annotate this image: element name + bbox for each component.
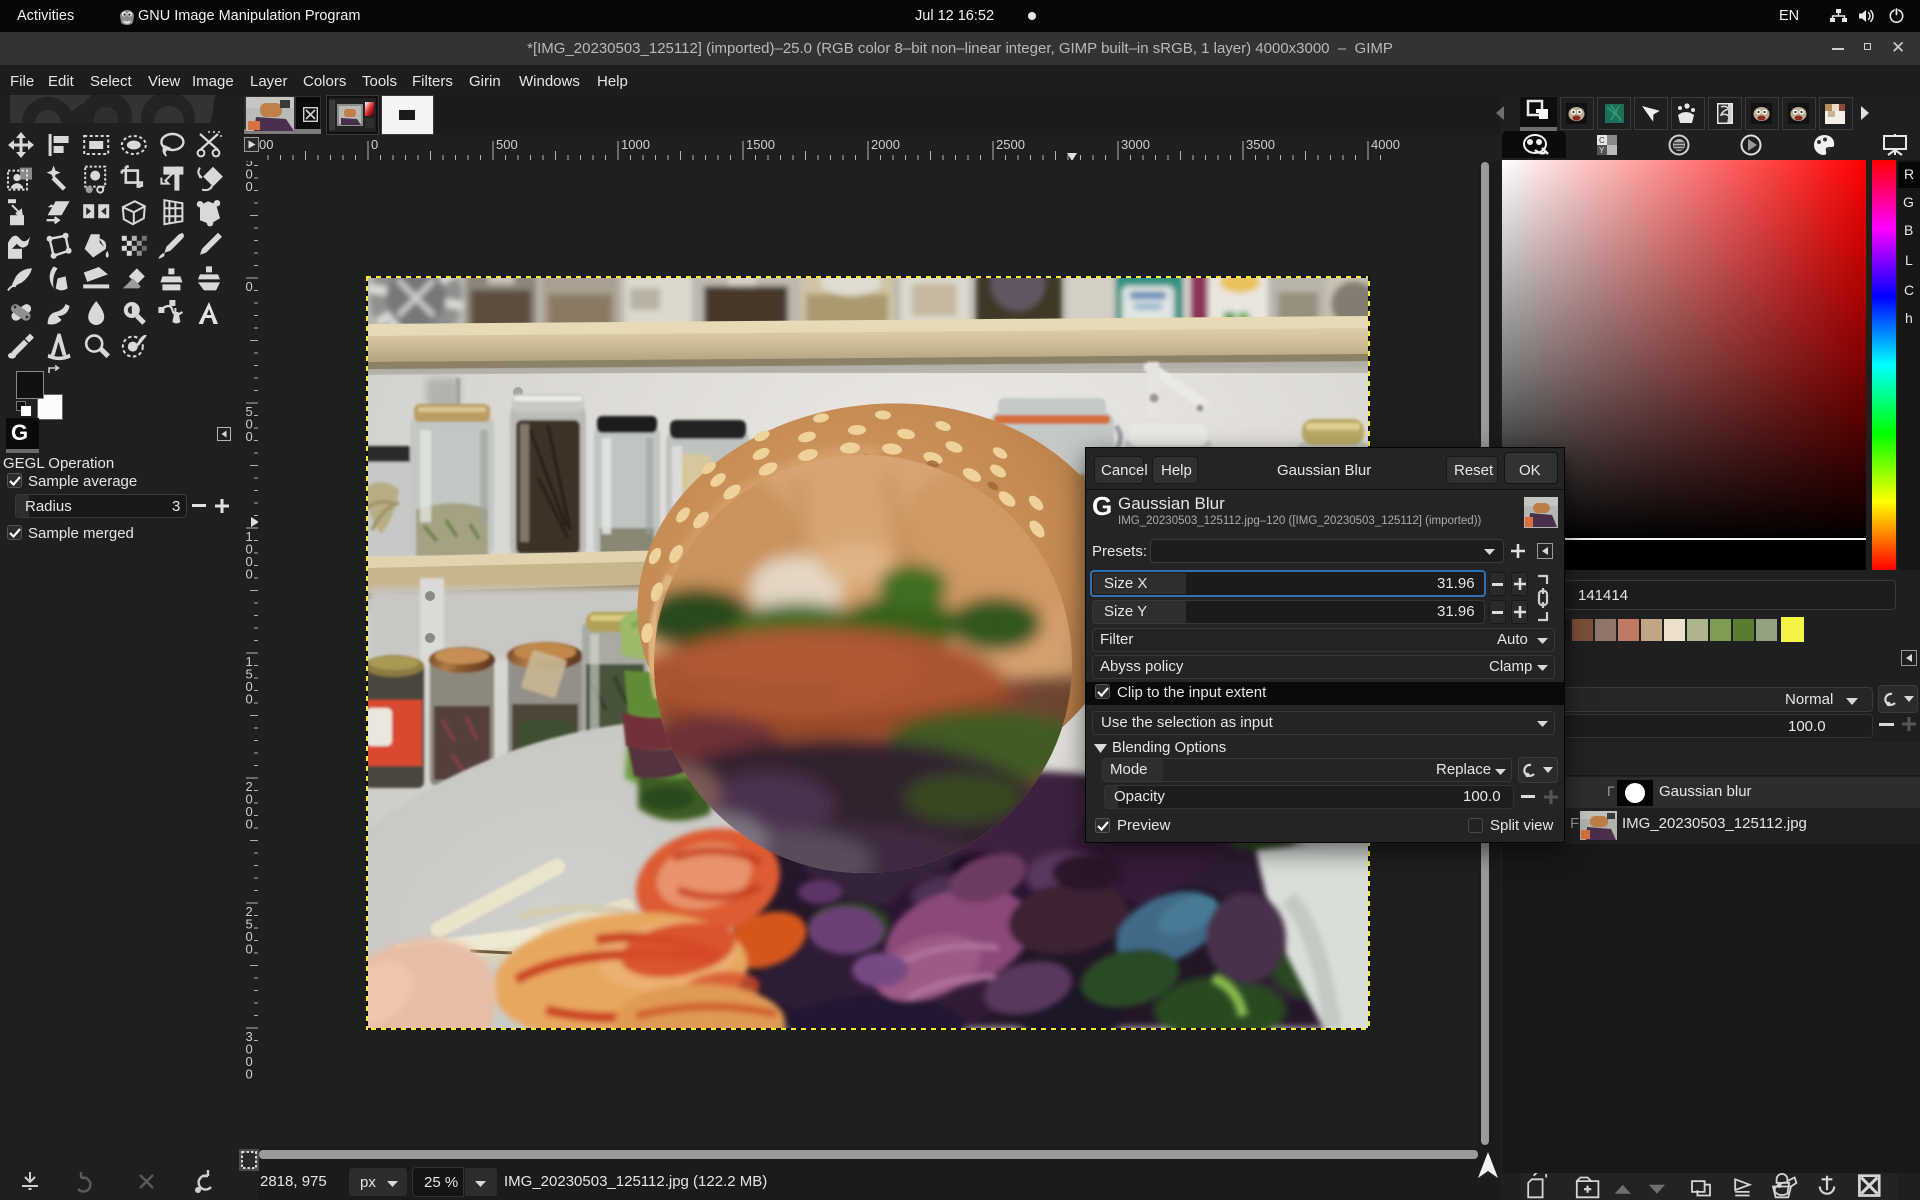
svg-text:3000: 3000 bbox=[1121, 137, 1150, 152]
svg-text:0: 0 bbox=[246, 817, 253, 832]
svg-text:Y: Y bbox=[1599, 146, 1605, 155]
svg-text:0: 0 bbox=[246, 942, 253, 957]
svg-text:2500: 2500 bbox=[996, 137, 1025, 152]
svg-text:C: C bbox=[1599, 136, 1605, 145]
svg-text:0: 0 bbox=[246, 567, 253, 582]
svg-text:2000: 2000 bbox=[871, 137, 900, 152]
svg-text:0: 0 bbox=[246, 279, 253, 294]
svg-text:00: 00 bbox=[259, 137, 273, 152]
svg-text:0: 0 bbox=[246, 692, 253, 707]
svg-text:1000: 1000 bbox=[621, 137, 650, 152]
svg-text:0: 0 bbox=[246, 179, 253, 194]
svg-text:500: 500 bbox=[496, 137, 518, 152]
svg-text:3500: 3500 bbox=[1246, 137, 1275, 152]
svg-text:1500: 1500 bbox=[746, 137, 775, 152]
svg-text:4000: 4000 bbox=[1371, 137, 1400, 152]
svg-text:0: 0 bbox=[246, 1067, 253, 1082]
svg-text:0: 0 bbox=[246, 429, 253, 444]
svg-text:0: 0 bbox=[371, 137, 378, 152]
